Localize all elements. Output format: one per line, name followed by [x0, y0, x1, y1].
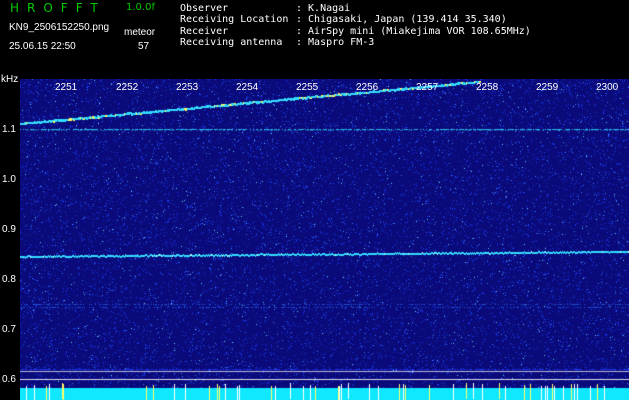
x-tick-2255: 2255 [296, 82, 319, 93]
spectrogram-canvas [20, 79, 629, 400]
location-key: Receiving Location [180, 14, 289, 25]
version-label: 1.0.0f [126, 2, 155, 13]
mode-label: meteor [124, 27, 156, 38]
antenna-value: : Maspro FM-3 [296, 37, 375, 48]
antenna-key: Receiving antenna [180, 37, 283, 48]
y-tick-0-9: 0.9 [2, 224, 16, 235]
y-tick-1-0: 1.0 [2, 174, 16, 185]
location-value: : Chigasaki, Japan (139.414 35.340) [296, 14, 507, 25]
x-tick-2251: 2251 [55, 82, 78, 93]
app-logo: HROFFT [10, 1, 106, 15]
header-panel: HROFFT 1.0.0f KN9_2506152250.png meteor … [0, 0, 629, 78]
y-tick-0-7: 0.7 [2, 324, 16, 335]
x-tick-2259: 2259 [536, 82, 559, 93]
x-tick-2252: 2252 [116, 82, 139, 93]
datetime-label: 25.06.15 22:50 [9, 41, 76, 52]
observer-value: : K.Nagai [296, 3, 351, 14]
y-tick-0-6: 0.6 [2, 374, 16, 385]
x-tick-2254: 2254 [236, 82, 259, 93]
receiver-value: : AirSpy mini (Miakejima VOR 108.65MHz) [296, 26, 531, 37]
x-tick-2256: 2256 [356, 82, 379, 93]
y-axis-unit: kHz [1, 74, 19, 85]
x-tick-2300: 2300 [596, 82, 619, 93]
observer-key: Observer [180, 3, 229, 14]
x-tick-2257: 2257 [416, 82, 439, 93]
y-tick-1-1: 1.1 [2, 124, 16, 135]
x-tick-2253: 2253 [176, 82, 199, 93]
x-tick-2258: 2258 [476, 82, 499, 93]
count-label: 57 [138, 41, 150, 52]
y-tick-0-8: 0.8 [2, 274, 16, 285]
filename-label: KN9_2506152250.png [9, 22, 110, 33]
receiver-key: Receiver [180, 26, 229, 37]
